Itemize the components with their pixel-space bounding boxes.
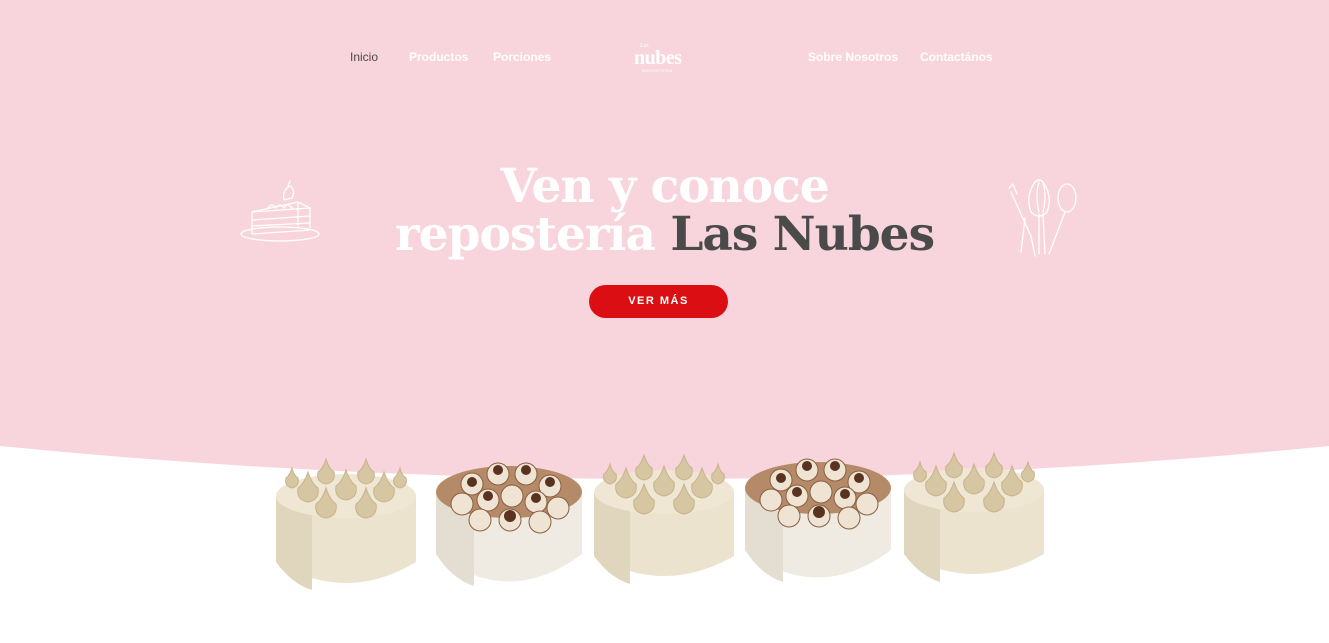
headline-line-2-prefix: repostería (394, 207, 656, 262)
hero-headline: Ven y conoce repostería Las Nubes (0, 163, 1329, 259)
nav-inicio[interactable]: Inicio (350, 50, 378, 64)
headline-line-2: repostería Las Nubes (0, 211, 1329, 259)
nav-sobre-nosotros[interactable]: Sobre Nosotros (808, 50, 898, 64)
logo-main-text: nubes (634, 47, 682, 69)
nav-productos[interactable]: Productos (409, 50, 468, 64)
logo-tagline: REPOSTERÍA (642, 68, 673, 73)
tiramisu-cake-image-2 (745, 458, 891, 582)
tiramisu-cake-image (436, 462, 582, 586)
nav-porciones[interactable]: Porciones (493, 50, 551, 64)
nav-contactanos[interactable]: Contactános (920, 50, 993, 64)
logo[interactable]: Las nubes REPOSTERÍA (630, 40, 690, 74)
meringue-cake-image-3 (904, 451, 1044, 582)
meringue-cake-image-2 (594, 453, 734, 584)
ver-mas-button[interactable]: VER MÁS (589, 285, 728, 318)
meringue-cake-image (276, 457, 416, 590)
headline-line-1: Ven y conoce (500, 159, 829, 214)
headline-brand: Las Nubes (670, 207, 935, 262)
